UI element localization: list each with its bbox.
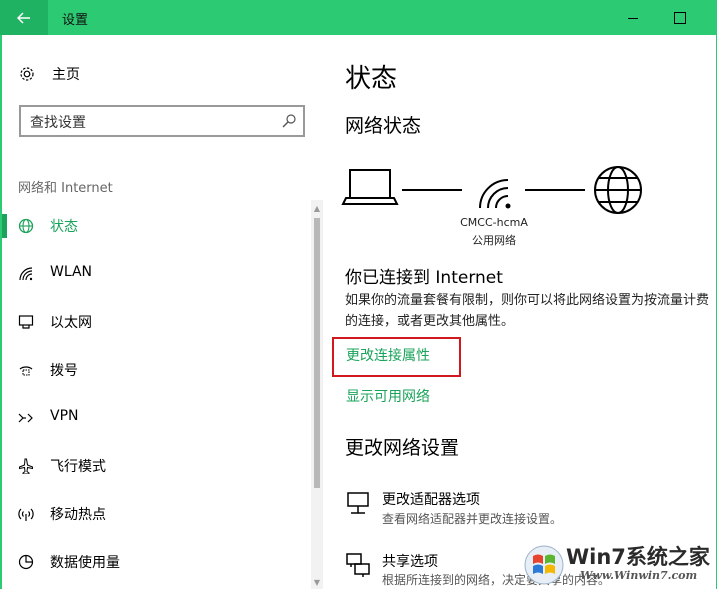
minimize-button[interactable] bbox=[610, 0, 656, 35]
search-icon bbox=[282, 114, 296, 128]
sidebar-item-vpn[interactable]: VPN bbox=[0, 398, 310, 438]
sidebar-item-airplane[interactable]: 飞行模式 bbox=[0, 446, 310, 486]
scroll-up-arrow-icon[interactable]: ▲ bbox=[311, 204, 323, 213]
watermark-brand: Win7系统之家 bbox=[566, 545, 710, 569]
sidebar-item-data-usage[interactable]: 数据使用量 bbox=[0, 542, 310, 582]
change-network-settings-heading: 更改网络设置 bbox=[345, 437, 460, 459]
search-placeholder: 查找设置 bbox=[30, 115, 86, 131]
back-arrow-icon bbox=[17, 11, 30, 24]
section-label: 网络和 Internet bbox=[18, 181, 113, 196]
page-title: 状态 bbox=[345, 64, 398, 94]
scroll-thumb[interactable] bbox=[314, 218, 320, 488]
sharing-options-option[interactable]: 共享选项 bbox=[382, 551, 438, 571]
sidebar-item-label: 数据使用量 bbox=[50, 555, 120, 571]
show-available-networks-link[interactable]: 显示可用网络 bbox=[346, 386, 430, 406]
watermark-url: Www.Winwin7.com bbox=[580, 569, 698, 582]
sidebar-item-label: 状态 bbox=[50, 219, 78, 235]
home-label: 主页 bbox=[52, 67, 80, 83]
internet-globe-icon bbox=[594, 166, 642, 214]
vpn-icon bbox=[18, 413, 33, 423]
sidebar-item-label: 飞行模式 bbox=[50, 459, 106, 475]
sidebar-item-hotspot[interactable]: 移动热点 bbox=[0, 494, 310, 534]
ethernet-icon bbox=[18, 315, 34, 329]
wifi-signal-icon bbox=[479, 179, 511, 209]
back-button[interactable] bbox=[0, 0, 48, 35]
wifi-icon bbox=[19, 267, 33, 281]
sidebar-item-ethernet[interactable]: 以太网 bbox=[0, 302, 310, 342]
sidebar-item-wlan[interactable]: WLAN bbox=[0, 254, 310, 294]
gear-icon bbox=[20, 67, 34, 81]
sidebar-item-status[interactable]: 状态 bbox=[0, 206, 310, 246]
maximize-button[interactable] bbox=[656, 0, 702, 35]
globe-icon bbox=[18, 218, 34, 234]
laptop-icon bbox=[341, 169, 399, 205]
adapter-options-desc: 查看网络适配器并更改连接设置。 bbox=[382, 512, 563, 526]
search-input[interactable]: 查找设置 bbox=[19, 105, 305, 137]
sidebar-item-label: 以太网 bbox=[50, 315, 92, 331]
connection-description: 如果你的流量套餐有限制，则你可以将此网络设置为按流量计费的连接，或者更改其他属性… bbox=[345, 293, 710, 329]
airplane-icon bbox=[19, 458, 33, 474]
sharing-options-desc: 根据所连接到的网络，决定要共享的内容。 bbox=[382, 573, 611, 587]
change-connection-properties-link[interactable]: 更改连接属性 bbox=[346, 345, 430, 365]
sidebar-scrollbar[interactable]: ▲ ▼ bbox=[311, 200, 323, 589]
network-status-heading: 网络状态 bbox=[345, 115, 422, 137]
sidebar-item-label: WLAN bbox=[50, 264, 93, 280]
sidebar-home[interactable]: 主页 bbox=[18, 62, 80, 86]
sharing-icon bbox=[346, 553, 370, 577]
adapter-icon bbox=[347, 492, 369, 514]
sidebar-item-label: 拨号 bbox=[50, 363, 78, 379]
windows-logo-icon bbox=[524, 545, 564, 585]
connected-heading: 你已连接到 Internet bbox=[345, 268, 503, 288]
scroll-down-arrow-icon[interactable]: ▼ bbox=[311, 578, 323, 587]
network-type: 公用网络 bbox=[472, 234, 516, 247]
sidebar-item-label: VPN bbox=[50, 408, 79, 424]
sidebar-item-label: 移动热点 bbox=[50, 507, 106, 523]
data-usage-icon bbox=[18, 554, 34, 570]
adapter-options-option[interactable]: 更改适配器选项 bbox=[382, 489, 480, 509]
sidebar-item-dialup[interactable]: 拨号 bbox=[0, 350, 310, 390]
title-bar: 设置 bbox=[0, 0, 717, 35]
hotspot-icon bbox=[18, 508, 34, 521]
window-title: 设置 bbox=[62, 13, 89, 28]
network-name: CMCC-hcmA bbox=[460, 216, 528, 229]
dialup-icon bbox=[19, 366, 33, 376]
